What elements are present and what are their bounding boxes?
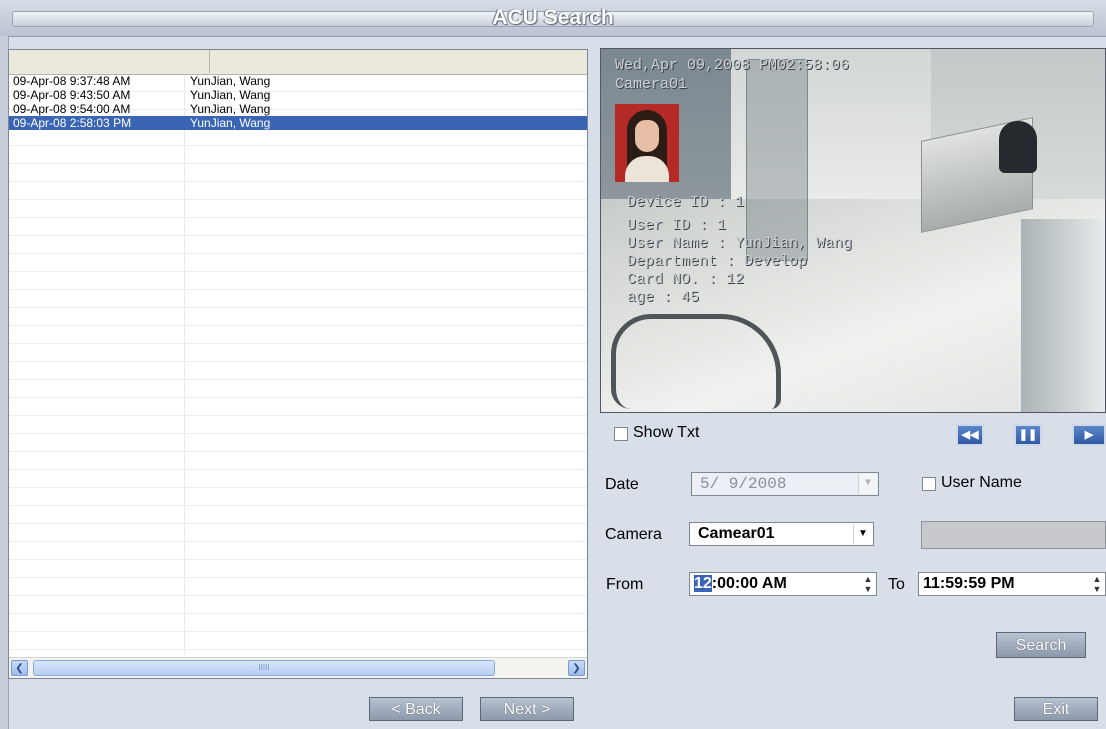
camera-label: Camera <box>605 526 662 543</box>
table-row[interactable]: 09-Apr-08 9:54:00 AM YunJian, Wang <box>9 102 587 116</box>
user-info-line: User Name : YunJian, Wang <box>627 235 853 252</box>
row-time: 09-Apr-08 2:58:03 PM <box>13 116 132 130</box>
results-list[interactable]: 09-Apr-08 9:37:48 AM YunJian, Wang 09-Apr-… <box>8 49 588 679</box>
to-time-value: 11:59:59 PM <box>923 575 1015 592</box>
scroll-thumb[interactable]: IIIII <box>33 660 495 676</box>
user-info-line: Card NO. : 12 <box>627 271 745 288</box>
row-time: 09-Apr-08 9:43:50 AM <box>13 88 131 102</box>
list-header <box>9 50 587 75</box>
date-dropdown-icon[interactable]: ▼ <box>858 474 877 494</box>
table-row[interactable]: 09-Apr-08 2:58:03 PM YunJian, Wang <box>9 116 587 130</box>
scroll-left-button[interactable]: ❮ <box>11 660 28 676</box>
table-row[interactable]: 09-Apr-08 9:37:48 AM YunJian, Wang <box>9 74 587 88</box>
show-txt-checkbox[interactable] <box>614 427 628 441</box>
exit-button[interactable]: Exit <box>1014 697 1098 721</box>
date-field[interactable]: 5/ 9/2008 ▼ <box>691 472 879 496</box>
user-name-checkbox[interactable] <box>922 477 936 491</box>
horizontal-scrollbar[interactable]: ❮ IIIII ❯ <box>9 657 587 678</box>
row-user-name: YunJian, Wang <box>190 116 271 130</box>
user-name-input[interactable] <box>921 521 1106 549</box>
date-value: 5/ 9/2008 <box>700 475 787 493</box>
row-time: 09-Apr-08 9:37:48 AM <box>13 74 131 88</box>
row-user-name: YunJian, Wang <box>190 102 271 116</box>
to-time-field[interactable]: 11:59:59 PM ▲ ▼ <box>918 572 1106 596</box>
list-grid <box>9 74 587 654</box>
video-camera-name: Camera01 <box>615 76 688 93</box>
next-button[interactable]: Next > <box>480 697 574 721</box>
search-button[interactable]: Search <box>996 632 1086 658</box>
previous-frame-button[interactable]: ◀◀ <box>956 424 984 446</box>
row-time: 09-Apr-08 9:54:00 AM <box>13 102 131 116</box>
user-info-line: Device ID : 1 <box>627 194 745 211</box>
next-frame-button[interactable]: ▶ <box>1072 424 1106 446</box>
date-label: Date <box>605 476 639 493</box>
to-label: To <box>888 576 905 593</box>
show-txt-label: Show Txt <box>633 424 700 441</box>
window-title: ACU Search <box>492 6 614 29</box>
user-photo <box>615 104 679 182</box>
table-row[interactable]: 09-Apr-08 9:43:50 AM YunJian, Wang <box>9 88 587 102</box>
back-button[interactable]: < Back <box>369 697 463 721</box>
row-user-name: YunJian, Wang <box>190 74 271 88</box>
from-hour-segment[interactable]: 12 <box>694 575 712 592</box>
list-rows: 09-Apr-08 9:37:48 AM YunJian, Wang 09-Apr-… <box>9 74 587 130</box>
camera-dropdown-icon[interactable]: ▼ <box>853 524 872 544</box>
camera-snapshot: Wed,Apr 09,2008 PM02:58:06 Camera01 Devi… <box>600 48 1106 413</box>
scroll-right-button[interactable]: ❯ <box>568 660 585 676</box>
user-info-line: Department : Develop <box>627 253 808 270</box>
user-name-label: User Name <box>941 474 1022 491</box>
from-time-spinner[interactable]: ▲ ▼ <box>861 574 875 594</box>
title-bar: ACU Search <box>0 0 1106 37</box>
user-info-line: age : 45 <box>627 289 700 306</box>
row-user-name: YunJian, Wang <box>190 88 271 102</box>
camera-value: Camear01 <box>698 525 775 542</box>
column-header-time[interactable] <box>9 50 210 73</box>
camera-select[interactable]: Camear01 ▼ <box>689 522 874 546</box>
from-time-rest: :00:00 AM <box>711 575 787 592</box>
user-info-line: User ID : 1 <box>627 217 727 234</box>
to-time-spinner[interactable]: ▲ ▼ <box>1090 574 1104 594</box>
from-label: From <box>606 576 644 593</box>
from-time-field[interactable]: 12:00:00 AM ▲ ▼ <box>689 572 877 596</box>
video-timestamp: Wed,Apr 09,2008 PM02:58:06 <box>615 57 850 74</box>
pause-button[interactable]: ❚❚ <box>1014 424 1042 446</box>
